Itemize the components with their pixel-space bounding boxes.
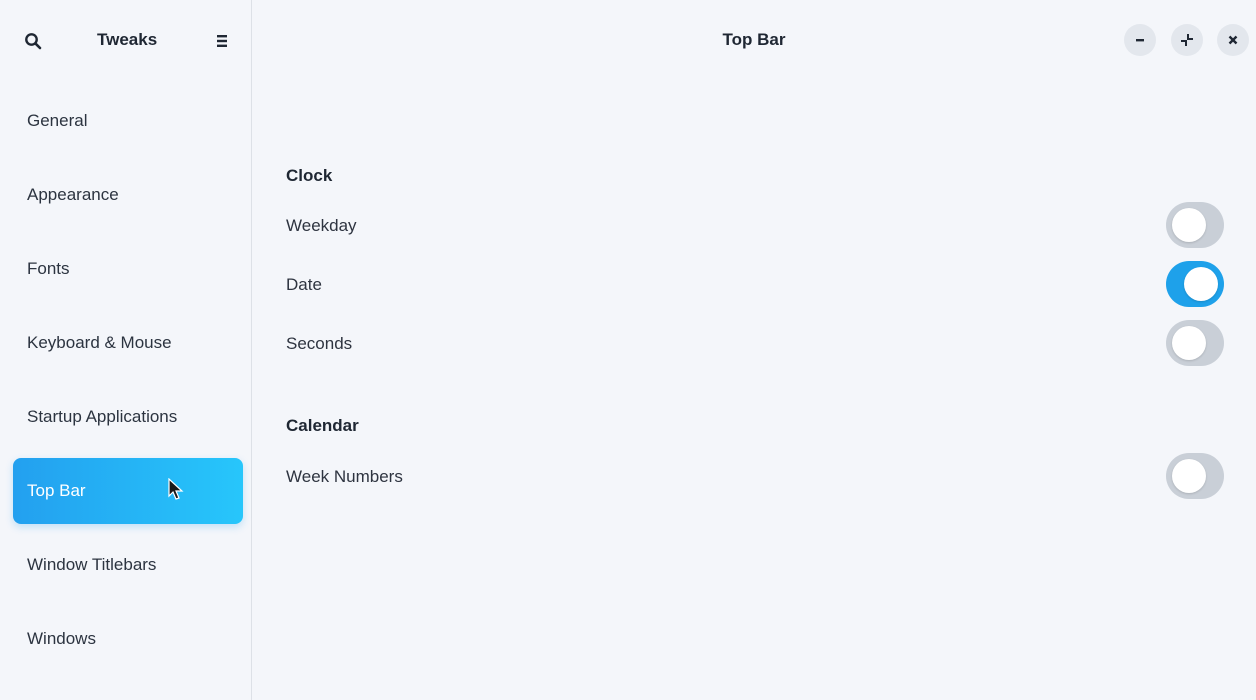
restore-icon xyxy=(1181,34,1193,46)
page-title: Top Bar xyxy=(722,30,786,49)
minimize-button[interactable] xyxy=(1124,24,1156,56)
sidebar-item-window-titlebars[interactable]: Window Titlebars xyxy=(13,532,243,598)
toggle-knob xyxy=(1172,208,1206,242)
toggle-knob xyxy=(1172,326,1206,360)
sidebar-item-label: Keyboard & Mouse xyxy=(27,333,172,352)
calendar-section-heading: Calendar xyxy=(286,416,359,435)
sidebar-nav: General Appearance Fonts Keyboard & Mous… xyxy=(13,88,243,680)
mouse-cursor-icon xyxy=(168,478,184,500)
sidebar-item-top-bar[interactable]: Top Bar xyxy=(13,458,243,524)
date-toggle[interactable] xyxy=(1166,261,1224,307)
sidebar-item-fonts[interactable]: Fonts xyxy=(13,236,243,302)
menu-button[interactable] xyxy=(207,26,237,56)
sidebar-item-windows[interactable]: Windows xyxy=(13,606,243,672)
sidebar-item-startup-applications[interactable]: Startup Applications xyxy=(13,384,243,450)
week-numbers-toggle[interactable] xyxy=(1166,453,1224,499)
weekday-label: Weekday xyxy=(286,216,357,235)
seconds-label: Seconds xyxy=(286,334,353,353)
search-icon xyxy=(25,33,42,50)
sidebar-item-label: General xyxy=(27,111,88,130)
sidebar-item-general[interactable]: General xyxy=(13,88,243,154)
clock-section-heading: Clock xyxy=(286,166,333,185)
sidebar-header: Tweaks xyxy=(0,0,251,84)
close-icon xyxy=(1228,35,1238,45)
sidebar-item-label: Fonts xyxy=(27,259,70,278)
sidebar-item-keyboard-mouse[interactable]: Keyboard & Mouse xyxy=(13,310,243,376)
weekday-toggle[interactable] xyxy=(1166,202,1224,248)
main-panel: Top Bar Clock Weekday Date Seconds Calen… xyxy=(252,0,1256,700)
search-button[interactable] xyxy=(18,26,48,56)
minimize-icon xyxy=(1136,39,1144,42)
date-label: Date xyxy=(286,275,322,294)
sidebar-item-appearance[interactable]: Appearance xyxy=(13,162,243,228)
sidebar-item-label: Windows xyxy=(27,629,96,648)
toggle-knob xyxy=(1184,267,1218,301)
sidebar-item-label: Appearance xyxy=(27,185,119,204)
close-button[interactable] xyxy=(1217,24,1249,56)
app-title: Tweaks xyxy=(97,30,158,49)
seconds-toggle[interactable] xyxy=(1166,320,1224,366)
sidebar: Tweaks General Appearance Fonts Keyboard… xyxy=(0,0,252,700)
sidebar-item-label: Top Bar xyxy=(27,481,86,500)
toggle-knob xyxy=(1172,459,1206,493)
hamburger-menu-icon xyxy=(217,35,227,47)
restore-button[interactable] xyxy=(1171,24,1203,56)
sidebar-item-label: Window Titlebars xyxy=(27,555,157,574)
sidebar-item-label: Startup Applications xyxy=(27,407,178,426)
week-numbers-label: Week Numbers xyxy=(286,467,403,486)
